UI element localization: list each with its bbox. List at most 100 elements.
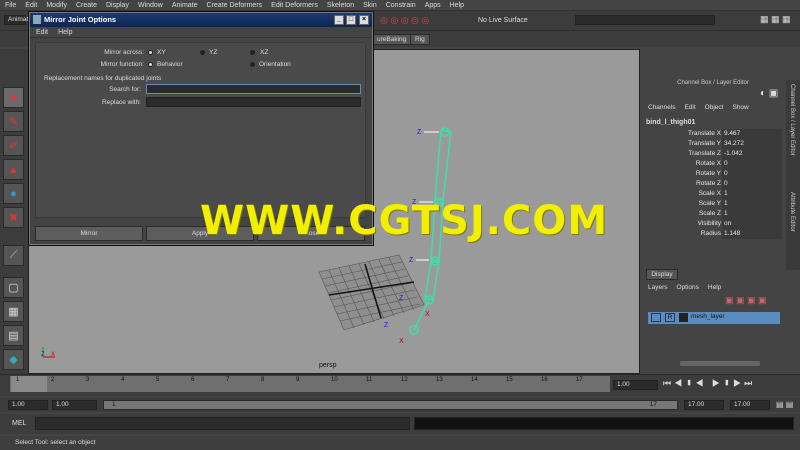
channel-row[interactable]: Translate Y 34.272 [646, 139, 782, 149]
status-input[interactable] [575, 15, 715, 25]
menu-item-file[interactable]: File [5, 2, 16, 9]
channel-value[interactable]: 1 [722, 189, 782, 199]
menu-item-skeleton[interactable]: Skeleton [327, 2, 354, 9]
search-for-label: Search for: [109, 86, 141, 93]
time-ruler[interactable] [10, 376, 610, 392]
side-tab-attribute-editor[interactable]: Attribute Editor [789, 192, 795, 232]
playback-end-field[interactable]: 17.00 [684, 400, 724, 410]
maximize-icon[interactable]: □ [346, 15, 356, 25]
channel-box-toggle-icons[interactable]: ◐ ▣ [760, 88, 778, 99]
channel-value[interactable]: 0 [722, 179, 782, 189]
search-for-input[interactable] [146, 84, 361, 94]
channel-menu-edit[interactable]: Edit [684, 104, 695, 111]
channel-value[interactable]: -1.042 [722, 149, 782, 159]
command-language-label[interactable]: MEL [12, 420, 26, 427]
move-tool-icon[interactable]: ▲ [3, 159, 24, 180]
close-icon[interactable]: × [359, 15, 369, 25]
radio-xz[interactable] [250, 50, 255, 55]
channel-value[interactable]: 9.467 [722, 129, 782, 139]
dialog-titlebar[interactable]: Mirror Joint Options _ □ × [30, 13, 372, 27]
command-input[interactable] [35, 417, 410, 430]
menu-item-edit-deformers[interactable]: Edit Deformers [271, 2, 318, 9]
lasso-tool-icon[interactable]: ✎ [3, 111, 24, 132]
channel-row[interactable]: Radius 1.148 [646, 229, 782, 239]
channel-row[interactable]: Rotate X0 [646, 159, 782, 169]
channel-row[interactable]: Translate X 9.467 [646, 129, 782, 139]
replace-with-input[interactable] [146, 97, 361, 107]
joint-tool-icon[interactable]: ⟋ [3, 245, 24, 266]
view-axis-x: X [51, 352, 56, 358]
layout-single-icon[interactable]: ▢ [3, 277, 24, 298]
layer-menu-help[interactable]: Help [708, 284, 721, 291]
dialog-menu-edit[interactable]: Edit [36, 27, 48, 37]
render-icon[interactable]: ◆ [3, 349, 24, 370]
time-tick-label: 13 [436, 377, 443, 383]
channel-row[interactable]: Visibility on [646, 219, 782, 229]
channel-row[interactable]: Scale Y1 [646, 199, 782, 209]
layer-row-mesh[interactable]: R mesh_layer [648, 312, 780, 324]
channel-menu-channels[interactable]: Channels [648, 104, 675, 111]
channel-value[interactable]: 0 [722, 159, 782, 169]
radio-yz[interactable] [200, 50, 205, 55]
channel-row[interactable]: Translate Z -1.042 [646, 149, 782, 159]
menu-item-animate[interactable]: Animate [172, 2, 198, 9]
end-time-field[interactable]: 17.00 [730, 400, 770, 410]
layout-four-icon[interactable]: ▦ [3, 301, 24, 322]
channel-value[interactable]: 1 [722, 199, 782, 209]
start-time-field[interactable]: 1.00 [8, 400, 48, 410]
layout-outliner-icon[interactable]: ▤ [3, 325, 24, 346]
shelf-tab-rig[interactable]: Rig [410, 34, 430, 45]
menu-item-constrain[interactable]: Constrain [386, 2, 416, 9]
radio-xy[interactable] [148, 50, 153, 55]
mode-selector[interactable]: Animation [4, 15, 37, 25]
layer-color-swatch[interactable] [679, 313, 688, 322]
menu-item-modify[interactable]: Modify [46, 2, 67, 9]
panel-toggle-icons[interactable]: ▦ ▦ ▦ [760, 14, 791, 25]
channel-row[interactable]: Rotate Z0 [646, 179, 782, 189]
channel-value[interactable]: 34.272 [722, 139, 782, 149]
channel-value[interactable]: 1 [722, 209, 782, 219]
rotate-tool-icon[interactable]: ● [3, 183, 24, 204]
range-slider[interactable]: 1 17 [103, 400, 678, 410]
playback-start-field[interactable]: 1.00 [52, 400, 97, 410]
minimize-icon[interactable]: _ [334, 15, 344, 25]
mirror-button[interactable]: Mirror [35, 226, 143, 241]
playback-controls-icons[interactable]: ⏮◀▮◀ ▶▮▶⏭ [663, 378, 755, 389]
radio-behavior[interactable] [148, 62, 153, 67]
layer-menu-layers[interactable]: Layers [648, 284, 668, 291]
radio-orientation[interactable] [250, 62, 255, 67]
menu-item-display[interactable]: Display [106, 2, 129, 9]
paint-select-icon[interactable]: ✐ [3, 135, 24, 156]
channel-row[interactable]: Rotate Y0 [646, 169, 782, 179]
channel-value[interactable]: 0 [722, 169, 782, 179]
channel-menu-object[interactable]: Object [705, 104, 724, 111]
layer-menu-options[interactable]: Options [677, 284, 699, 291]
channel-value[interactable]: 1.148 [722, 229, 782, 239]
menu-item-edit[interactable]: Edit [25, 2, 37, 9]
shelf-tab-texture-baking[interactable]: ureBaking [372, 34, 412, 45]
current-frame-field[interactable]: 1.00 [613, 380, 658, 390]
scale-tool-icon[interactable]: ✖ [3, 207, 24, 228]
layer-visibility-toggle[interactable] [651, 313, 661, 322]
snap-icons[interactable]: ◎ ◎ ◎ ◎ ◎ [380, 15, 470, 27]
menu-item-window[interactable]: Window [138, 2, 163, 9]
layer-scrollbar[interactable] [680, 361, 760, 366]
range-options-icons[interactable]: ▤ ▤ [776, 400, 793, 409]
layer-tab-display[interactable]: Display [646, 269, 678, 280]
side-tab-channel-box[interactable]: Channel Box / Layer Editor [789, 84, 795, 156]
dialog-menu-help[interactable]: Help [58, 27, 72, 37]
camera-name-label: persp [319, 362, 337, 369]
layer-reference-toggle[interactable]: R [665, 313, 675, 322]
menu-item-help[interactable]: Help [450, 2, 464, 9]
channel-value[interactable]: on [722, 219, 782, 229]
menu-item-create[interactable]: Create [76, 2, 97, 9]
menu-item-create-deformers[interactable]: Create Deformers [207, 2, 263, 9]
channel-row[interactable]: Scale X1 [646, 189, 782, 199]
channel-row[interactable]: Scale Z1 [646, 209, 782, 219]
menu-item-apps[interactable]: Apps [425, 2, 441, 9]
select-tool-icon[interactable]: ➤ [3, 87, 24, 108]
channel-name: Translate Y [688, 140, 721, 147]
layer-action-icons[interactable]: ▣ ▣ ▣ ▣ [725, 295, 767, 306]
menu-item-skin[interactable]: Skin [363, 2, 377, 9]
channel-menu-show[interactable]: Show [732, 104, 748, 111]
